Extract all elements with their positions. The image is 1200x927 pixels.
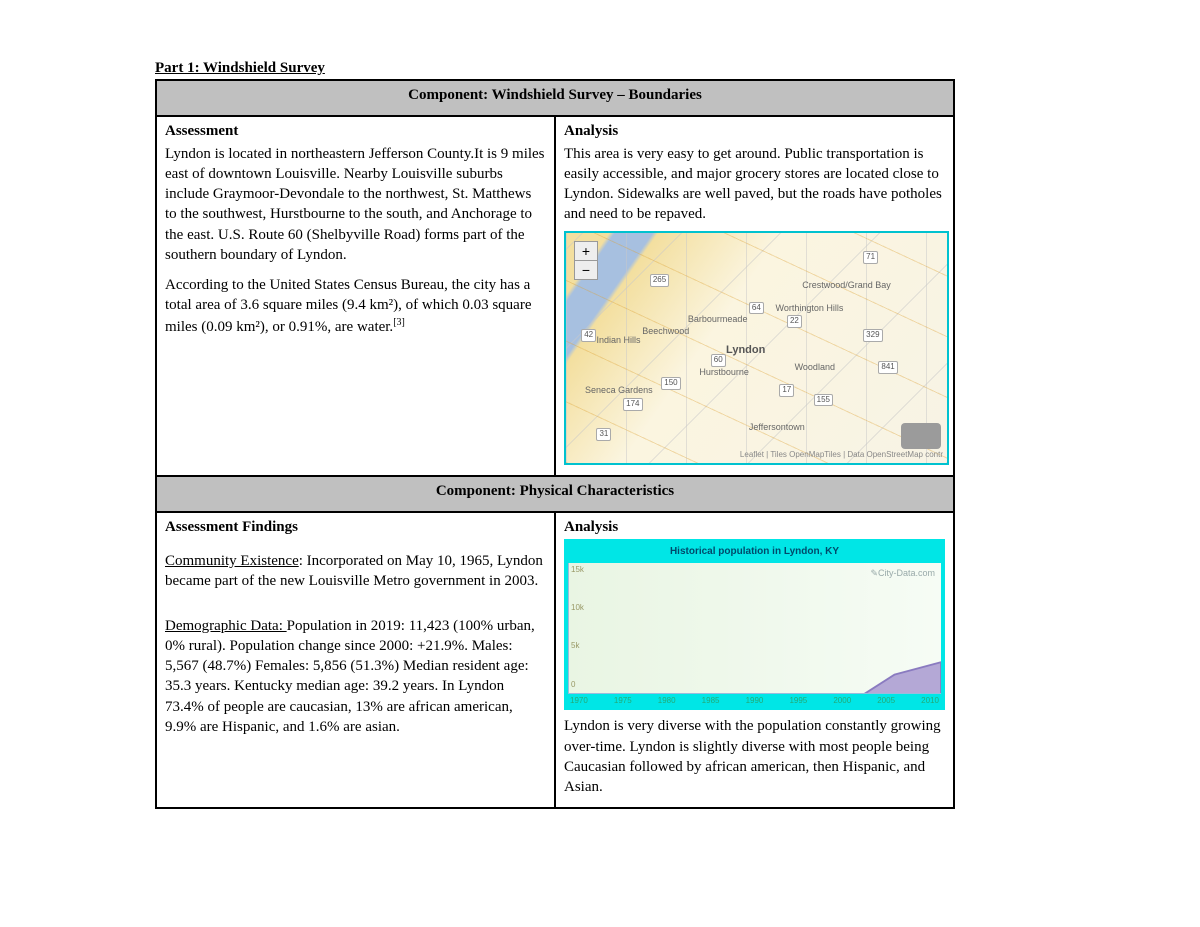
map-route-22: 22 — [787, 315, 802, 328]
chart-plot-area: ✎City-Data.com 15k 10k 5k 0 — [568, 563, 941, 694]
map-route-841: 841 — [878, 361, 897, 374]
map-route-17: 17 — [779, 384, 794, 397]
map-label-indianhills: Indian Hills — [596, 334, 640, 346]
map-label-seneca: Seneca Gardens — [585, 384, 653, 396]
community-existence-label: Community Existence — [165, 553, 299, 569]
map-route-150: 150 — [661, 377, 680, 390]
assessment-para-1: Lyndon is located in northeastern Jeffer… — [165, 144, 546, 266]
map-route-60: 60 — [711, 354, 726, 367]
map-route-31: 31 — [596, 428, 611, 441]
map-label-crestwood: Crestwood/Grand Bay — [802, 279, 891, 291]
windshield-survey-table: Component: Windshield Survey – Boundarie… — [155, 79, 955, 809]
map-route-265: 265 — [650, 274, 669, 287]
demographic-data-label: Demographic Data: — [165, 618, 287, 634]
zoom-out-button[interactable]: − — [575, 261, 597, 279]
assessment-para-2: According to the United States Census Bu… — [165, 275, 546, 337]
community-existence-para: Community Existence: Incorporated on May… — [165, 551, 546, 592]
component-header-boundaries: Component: Windshield Survey – Boundarie… — [156, 80, 954, 116]
analysis-title-2: Analysis — [564, 517, 945, 537]
demographic-data-para: Demographic Data: Population in 2019: 11… — [165, 616, 546, 738]
population-chart: Historical population in Lyndon, KY ✎Cit… — [564, 539, 945, 710]
map-label-lyndon: Lyndon — [726, 343, 765, 358]
citation-ref: [3] — [393, 317, 405, 328]
chart-title: Historical population in Lyndon, KY — [568, 543, 941, 563]
map-label-worthington: Worthington Hills — [776, 302, 844, 314]
boundaries-analysis-cell: Analysis This area is very easy to get a… — [555, 116, 954, 475]
assessment-findings-title: Assessment Findings — [165, 517, 546, 537]
physical-analysis-cell: Analysis Historical population in Lyndon… — [555, 512, 954, 809]
map-route-64: 64 — [749, 302, 764, 315]
map-overlay-box — [901, 423, 941, 449]
map-route-174: 174 — [623, 398, 642, 411]
map-label-woodland: Woodland — [795, 361, 835, 373]
chart-area-svg — [569, 563, 941, 694]
assessment-title: Assessment — [165, 121, 546, 141]
physical-assessment-cell: Assessment Findings Community Existence:… — [156, 512, 555, 809]
map-route-155: 155 — [814, 394, 833, 407]
chart-x-axis: 1970 1975 1980 1985 1990 1995 2000 2005 … — [568, 694, 941, 707]
zoom-in-button[interactable]: + — [575, 242, 597, 261]
map-label-hurstbourne: Hurstbourne — [699, 366, 749, 378]
boundaries-assessment-cell: Assessment Lyndon is located in northeas… — [156, 116, 555, 475]
part-heading: Part 1: Windshield Survey — [155, 60, 1045, 77]
map-label-beechwood: Beechwood — [642, 325, 689, 337]
map-route-42: 42 — [581, 329, 596, 342]
map-route-329: 329 — [863, 329, 882, 342]
map-label-barbourmeade: Barbourmeade — [688, 313, 748, 325]
analysis-title: Analysis — [564, 121, 945, 141]
analysis-text-2: Lyndon is very diverse with the populati… — [564, 716, 945, 797]
map-zoom-control[interactable]: + − — [574, 241, 598, 280]
analysis-para: This area is very easy to get around. Pu… — [564, 144, 945, 225]
map-label-jeffersontown: Jeffersontown — [749, 421, 805, 433]
map-route-71: 71 — [863, 251, 878, 264]
component-header-physical: Component: Physical Characteristics — [156, 476, 954, 512]
location-map[interactable]: + − Lyndon Jeffersontown Worthington Hil… — [564, 231, 949, 465]
map-attribution: Leaflet | Tiles OpenMapTiles | Data Open… — [740, 450, 943, 461]
